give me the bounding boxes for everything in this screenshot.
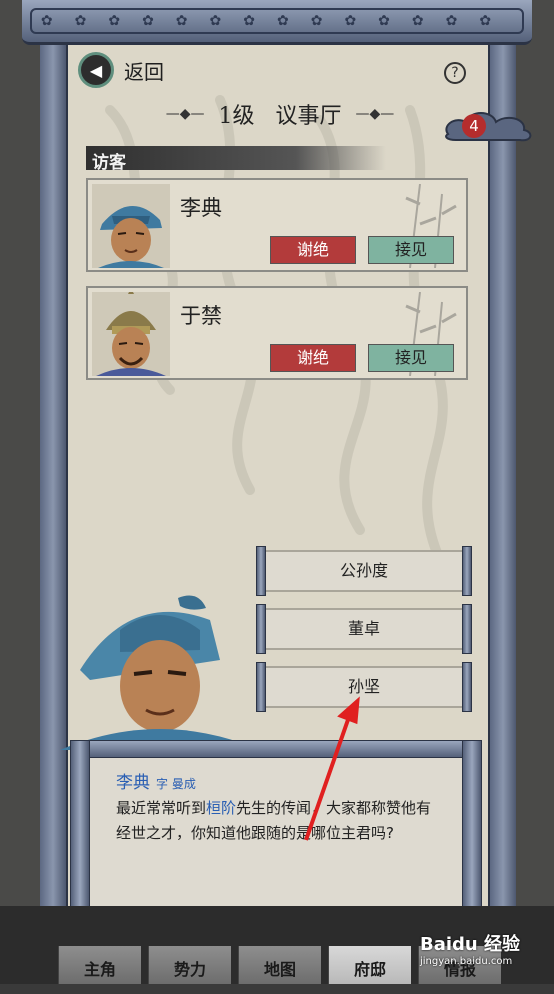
page-title: —◆— 1级 议事厅 —◆— [150, 98, 410, 130]
background-right [514, 0, 554, 984]
title-ornament-right-icon: —◆— [355, 106, 395, 122]
dialog-text: 最近常常听到桓阶先生的传闻，大家都称赞他有经世之才，你知道他跟随的是哪位主君吗? [116, 799, 432, 842]
li-dian-portrait [92, 184, 170, 268]
visitor-name: 于禁 [180, 304, 222, 328]
help-icon[interactable]: ? [444, 62, 466, 84]
notification-count-badge[interactable]: 4 [462, 114, 486, 138]
nav-tab-protagonist[interactable]: 主角 [58, 946, 141, 984]
cloud-icon [445, 112, 532, 142]
speaker-name: 李典 [116, 773, 150, 793]
back-arrow-icon: ◀ [78, 52, 114, 88]
speaker-portrait [60, 595, 260, 750]
accept-button[interactable]: 接见 [368, 236, 454, 264]
title-name: 议事厅 [275, 104, 342, 129]
scroll-left-roller [40, 40, 68, 910]
visitor-card-li-dian: 李典 谢绝 接见 [86, 178, 468, 272]
answer-choice[interactable]: 董卓 [256, 604, 472, 654]
speaker-style-name: 字 曼成 [156, 777, 196, 791]
back-label: 返回 [124, 59, 164, 84]
scroll-right-roller [488, 40, 516, 910]
nav-tab-mansion[interactable]: 府邸 [328, 946, 411, 984]
accept-button[interactable]: 接见 [368, 344, 454, 372]
visitor-card-yu-jin: 于禁 谢绝 接见 [86, 286, 468, 380]
flower-pattern-icon: ✿✿✿✿✿✿✿✿✿✿✿✿✿✿ [30, 8, 524, 34]
nav-tab-map[interactable]: 地图 [238, 946, 321, 984]
answer-choice[interactable]: 孙坚 [256, 662, 472, 712]
title-level: 1级 [218, 104, 255, 129]
reject-button[interactable]: 谢绝 [270, 236, 356, 264]
answer-choice-label: 董卓 [266, 608, 462, 650]
visitor-section-label: 访客 [92, 153, 126, 173]
visitor-section-bar [86, 146, 386, 170]
back-button[interactable]: ◀ 返回 [78, 52, 164, 88]
nav-tab-faction[interactable]: 势力 [148, 946, 231, 984]
speaker-name-line: 李典字 曼成 [116, 768, 196, 793]
answer-choice-label: 公孙度 [266, 550, 462, 592]
reject-button[interactable]: 谢绝 [270, 344, 356, 372]
background-left [0, 0, 40, 984]
visitor-name: 李典 [180, 196, 222, 220]
answer-choice-label: 孙坚 [266, 666, 462, 708]
title-ornament-left-icon: —◆— [165, 106, 205, 122]
answer-choice[interactable]: 公孙度 [256, 546, 472, 596]
scroll-top-rod: ✿✿✿✿✿✿✿✿✿✿✿✿✿✿ [22, 0, 532, 45]
yu-jin-portrait [92, 292, 170, 376]
highlight-name: 桓阶 [206, 799, 237, 817]
baidu-watermark: Baidu 经验 jingyan.baidu.com [420, 934, 521, 967]
